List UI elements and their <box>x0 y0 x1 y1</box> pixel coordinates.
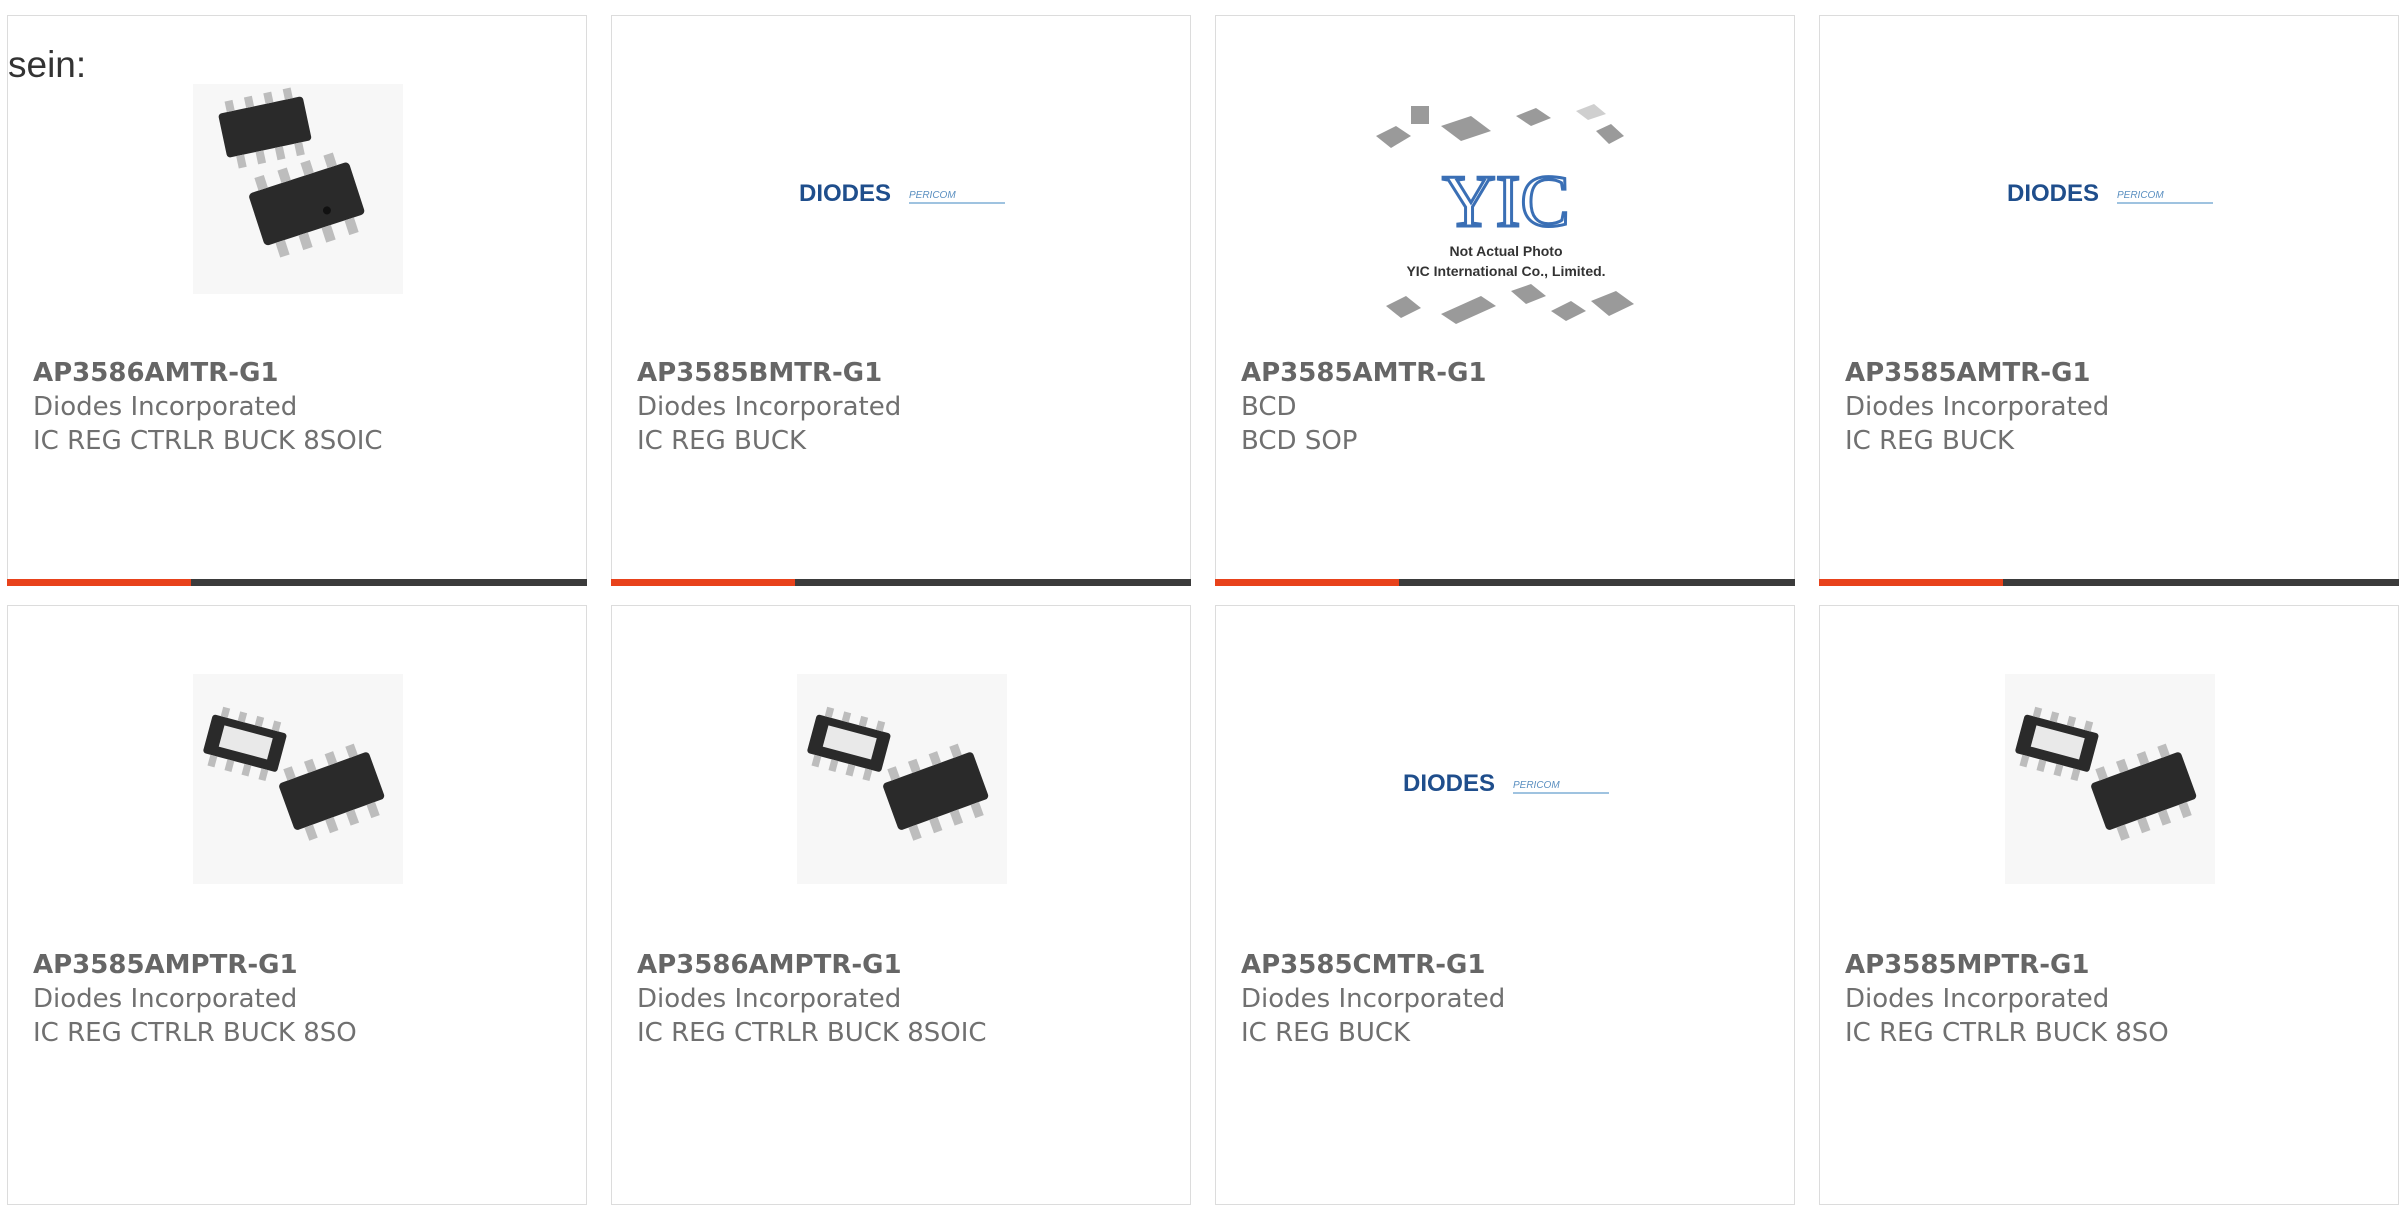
diodes-logo-icon: DIODES PERICOM <box>799 180 1005 207</box>
card-bar <box>7 579 587 586</box>
manufacturer: Diodes Incorporated <box>33 392 298 422</box>
part-number[interactable]: AP3585AMTR-G1 <box>1845 356 2109 390</box>
product-image[interactable] <box>797 674 1007 884</box>
svg-text:DIODES: DIODES <box>1403 770 1495 797</box>
svg-text:YIC International Co., Limited: YIC International Co., Limited. <box>1406 263 1605 279</box>
chip-icon <box>193 84 403 294</box>
diodes-logo-icon: DIODES PERICOM <box>1403 770 1609 797</box>
manufacturer: Diodes Incorporated <box>1845 984 2110 1014</box>
part-number[interactable]: AP3586AMPTR-G1 <box>637 948 987 982</box>
product-card[interactable]: AP3586AMPTR-G1 Diodes Incorporated IC RE… <box>611 605 1191 1205</box>
description: BCD SOP <box>1241 426 1358 456</box>
intro-text: sein: <box>8 44 87 85</box>
product-card[interactable]: DIODES PERICOM AP3585AMTR-G1 Diodes Inco… <box>1819 15 2399 586</box>
product-card[interactable]: DIODES PERICOM AP3585CMTR-G1 Diodes Inco… <box>1215 605 1795 1205</box>
product-card[interactable]: AP3586AMTR-G1 Diodes Incorporated IC REG… <box>7 15 587 586</box>
chip-icon <box>2005 674 2215 884</box>
svg-text:PERICOM: PERICOM <box>1513 780 1560 791</box>
part-number[interactable]: AP3585AMPTR-G1 <box>33 948 357 982</box>
part-number[interactable]: AP3585BMTR-G1 <box>637 356 901 390</box>
product-image[interactable] <box>193 84 403 294</box>
diodes-logo-icon: DIODES PERICOM <box>2007 180 2213 207</box>
product-image[interactable]: DIODES PERICOM <box>797 84 1007 294</box>
description: IC REG BUCK <box>1241 1018 1411 1048</box>
svg-text:DIODES: DIODES <box>2007 180 2099 207</box>
card-bar-accent <box>1819 579 2003 586</box>
description: IC REG BUCK <box>1845 426 2015 456</box>
manufacturer: Diodes Incorporated <box>1241 984 1506 1014</box>
product-image[interactable]: YIC Not Actual Photo YIC International C… <box>1366 96 1646 346</box>
description: IC REG CTRLR BUCK 8SO <box>33 1018 357 1048</box>
manufacturer: BCD <box>1241 392 1297 422</box>
chip-icon <box>193 674 403 884</box>
yic-logo-icon: YIC Not Actual Photo YIC International C… <box>1376 104 1634 324</box>
svg-text:PERICOM: PERICOM <box>909 190 956 201</box>
description: IC REG CTRLR BUCK 8SO <box>1845 1018 2169 1048</box>
svg-text:YIC: YIC <box>1442 161 1569 243</box>
chip-icon <box>797 674 1007 884</box>
product-image[interactable] <box>193 674 403 884</box>
manufacturer: Diodes Incorporated <box>33 984 298 1014</box>
product-image[interactable] <box>2005 674 2215 884</box>
product-card[interactable]: YIC Not Actual Photo YIC International C… <box>1215 15 1795 586</box>
card-bar-accent <box>1215 579 1399 586</box>
product-card[interactable]: DIODES PERICOM AP3585BMTR-G1 Diodes Inco… <box>611 15 1191 586</box>
svg-text:DIODES: DIODES <box>799 180 891 207</box>
manufacturer: Diodes Incorporated <box>637 392 902 422</box>
part-number[interactable]: AP3585CMTR-G1 <box>1241 948 1505 982</box>
manufacturer: Diodes Incorporated <box>1845 392 2110 422</box>
manufacturer: Diodes Incorporated <box>637 984 902 1014</box>
card-bar <box>1215 579 1795 586</box>
product-card[interactable]: AP3585AMPTR-G1 Diodes Incorporated IC RE… <box>7 605 587 1205</box>
svg-text:PERICOM: PERICOM <box>2117 190 2164 201</box>
description: IC REG CTRLR BUCK 8SOIC <box>637 1018 987 1048</box>
description: IC REG CTRLR BUCK 8SOIC <box>33 426 383 456</box>
card-bar <box>611 579 1191 586</box>
svg-text:Not Actual Photo: Not Actual Photo <box>1449 243 1562 259</box>
part-number[interactable]: AP3586AMTR-G1 <box>33 356 383 390</box>
card-bar <box>1819 579 2399 586</box>
product-image[interactable]: DIODES PERICOM <box>2005 84 2215 294</box>
description: IC REG BUCK <box>637 426 807 456</box>
card-bar-accent <box>7 579 191 586</box>
product-image[interactable]: DIODES PERICOM <box>1401 674 1611 884</box>
product-card[interactable]: AP3585MPTR-G1 Diodes Incorporated IC REG… <box>1819 605 2399 1205</box>
part-number[interactable]: AP3585MPTR-G1 <box>1845 948 2169 982</box>
part-number[interactable]: AP3585AMTR-G1 <box>1241 356 1487 390</box>
card-bar-accent <box>611 579 795 586</box>
